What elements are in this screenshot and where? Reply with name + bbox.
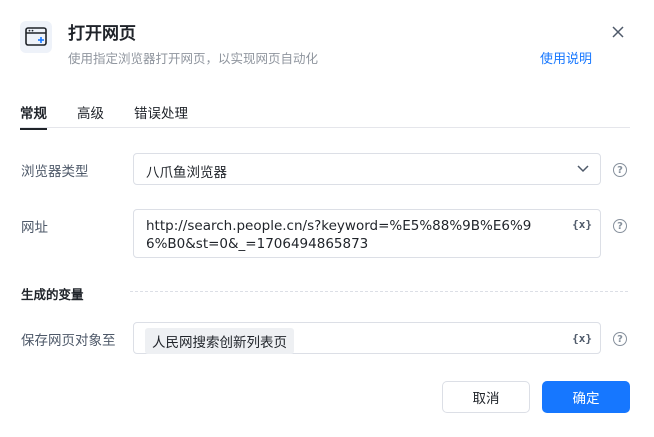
chevron-down-icon bbox=[577, 165, 589, 173]
dialog-subtitle: 使用指定浏览器打开网页，以实现网页自动化 bbox=[68, 51, 319, 66]
generated-variables-title: 生成的变量 bbox=[21, 287, 84, 302]
variable-tag[interactable]: 人民网搜索创新列表页 bbox=[145, 328, 294, 354]
dialog-title: 打开网页 bbox=[68, 24, 136, 44]
ok-button[interactable]: 确定 bbox=[542, 381, 630, 413]
cancel-button[interactable]: 取消 bbox=[442, 381, 530, 413]
url-value: http://search.people.cn/s?keyword=%E5%88… bbox=[146, 218, 532, 252]
tab-error-handling[interactable]: 错误处理 bbox=[134, 102, 188, 122]
browser-type-value: 八爪鱼浏览器 bbox=[146, 165, 227, 181]
help-link[interactable]: 使用说明 bbox=[540, 48, 592, 67]
question-circle-icon[interactable]: ? bbox=[613, 332, 627, 346]
url-input[interactable]: http://search.people.cn/s?keyword=%E5%88… bbox=[133, 209, 601, 258]
url-label: 网址 bbox=[21, 220, 48, 236]
save-page-input[interactable]: 人民网搜索创新列表页 {x} bbox=[133, 322, 601, 354]
browser-type-label: 浏览器类型 bbox=[21, 164, 89, 180]
question-circle-icon[interactable]: ? bbox=[613, 219, 627, 233]
tab-advanced[interactable]: 高级 bbox=[77, 102, 104, 122]
save-page-label: 保存网页对象至 bbox=[21, 333, 116, 349]
close-icon bbox=[612, 26, 624, 38]
tabs-divider bbox=[20, 127, 630, 128]
insert-variable-button[interactable]: {x} bbox=[572, 218, 592, 231]
tab-general[interactable]: 常规 bbox=[20, 102, 47, 130]
insert-variable-button[interactable]: {x} bbox=[572, 332, 592, 345]
question-circle-icon[interactable]: ? bbox=[613, 163, 627, 177]
section-divider bbox=[130, 291, 628, 292]
browser-window-add-icon bbox=[20, 21, 52, 53]
tab-bar: 常规 高级 错误处理 bbox=[20, 102, 218, 130]
browser-type-select[interactable]: 八爪鱼浏览器 bbox=[133, 153, 601, 185]
close-button[interactable] bbox=[606, 20, 630, 44]
